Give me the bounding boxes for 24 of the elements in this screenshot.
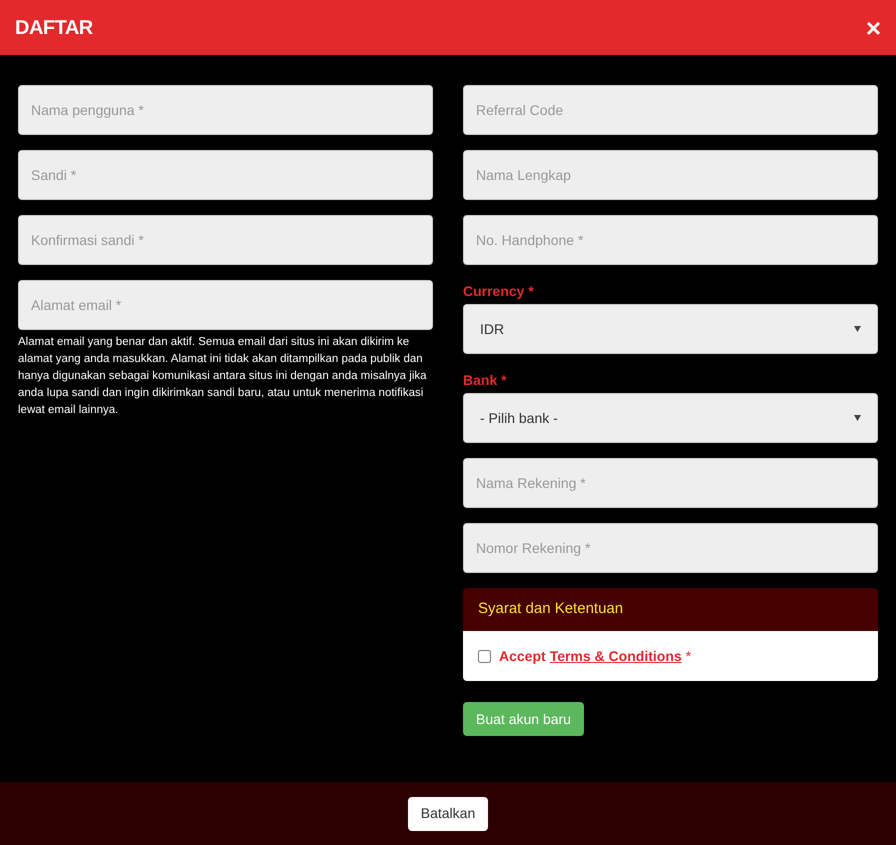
caret-icon [854,415,861,421]
panel-title: Syarat dan Ketentuan [478,599,624,620]
input-field[interactable]: Nama pengguna * [18,85,433,135]
close-button[interactable]: × [866,14,881,40]
input-field[interactable]: Referral Code [463,85,878,135]
dialog-title: DAFTAR [15,16,93,40]
select-field[interactable]: IDR [463,304,878,354]
input-field[interactable]: Nomor Rekening * [463,523,878,573]
select-field[interactable]: - Pilih bank - [463,393,878,443]
field-label: Currency * [463,284,535,298]
input-field[interactable]: Alamat email * [18,280,433,330]
required-mark: * [686,646,692,666]
email-hint: Alamat email yang benar dan aktif. Semua email dari situs ini akan dikirim ke alamat yang anda masukkan. Alamat ini tidak akan ditampilkan pada publik dan hanya digunakan sebagai komunikasi antara situs ini dengan anda misalnya jika anda lupa sandi dan ingin dikirimkan sandi baru, atau untuk menerima notifikasi lewat email lainnya. [18,335,428,418]
field-label: Bank * [463,373,508,387]
input-field[interactable]: Konfirmasi sandi * [18,215,433,265]
cancel-button[interactable]: Batalkan [408,796,488,830]
terms-link[interactable]: Terms & Conditions [550,646,682,666]
caret-icon [854,326,861,332]
checkbox[interactable] [478,650,491,662]
input-field[interactable]: No. Handphone * [463,215,878,265]
input-field[interactable]: Nama Lengkap [463,150,878,200]
accept-label: Accept [499,646,546,666]
input-field[interactable]: Sandi * [18,150,433,200]
input-field[interactable]: Nama Rekening * [463,458,878,508]
